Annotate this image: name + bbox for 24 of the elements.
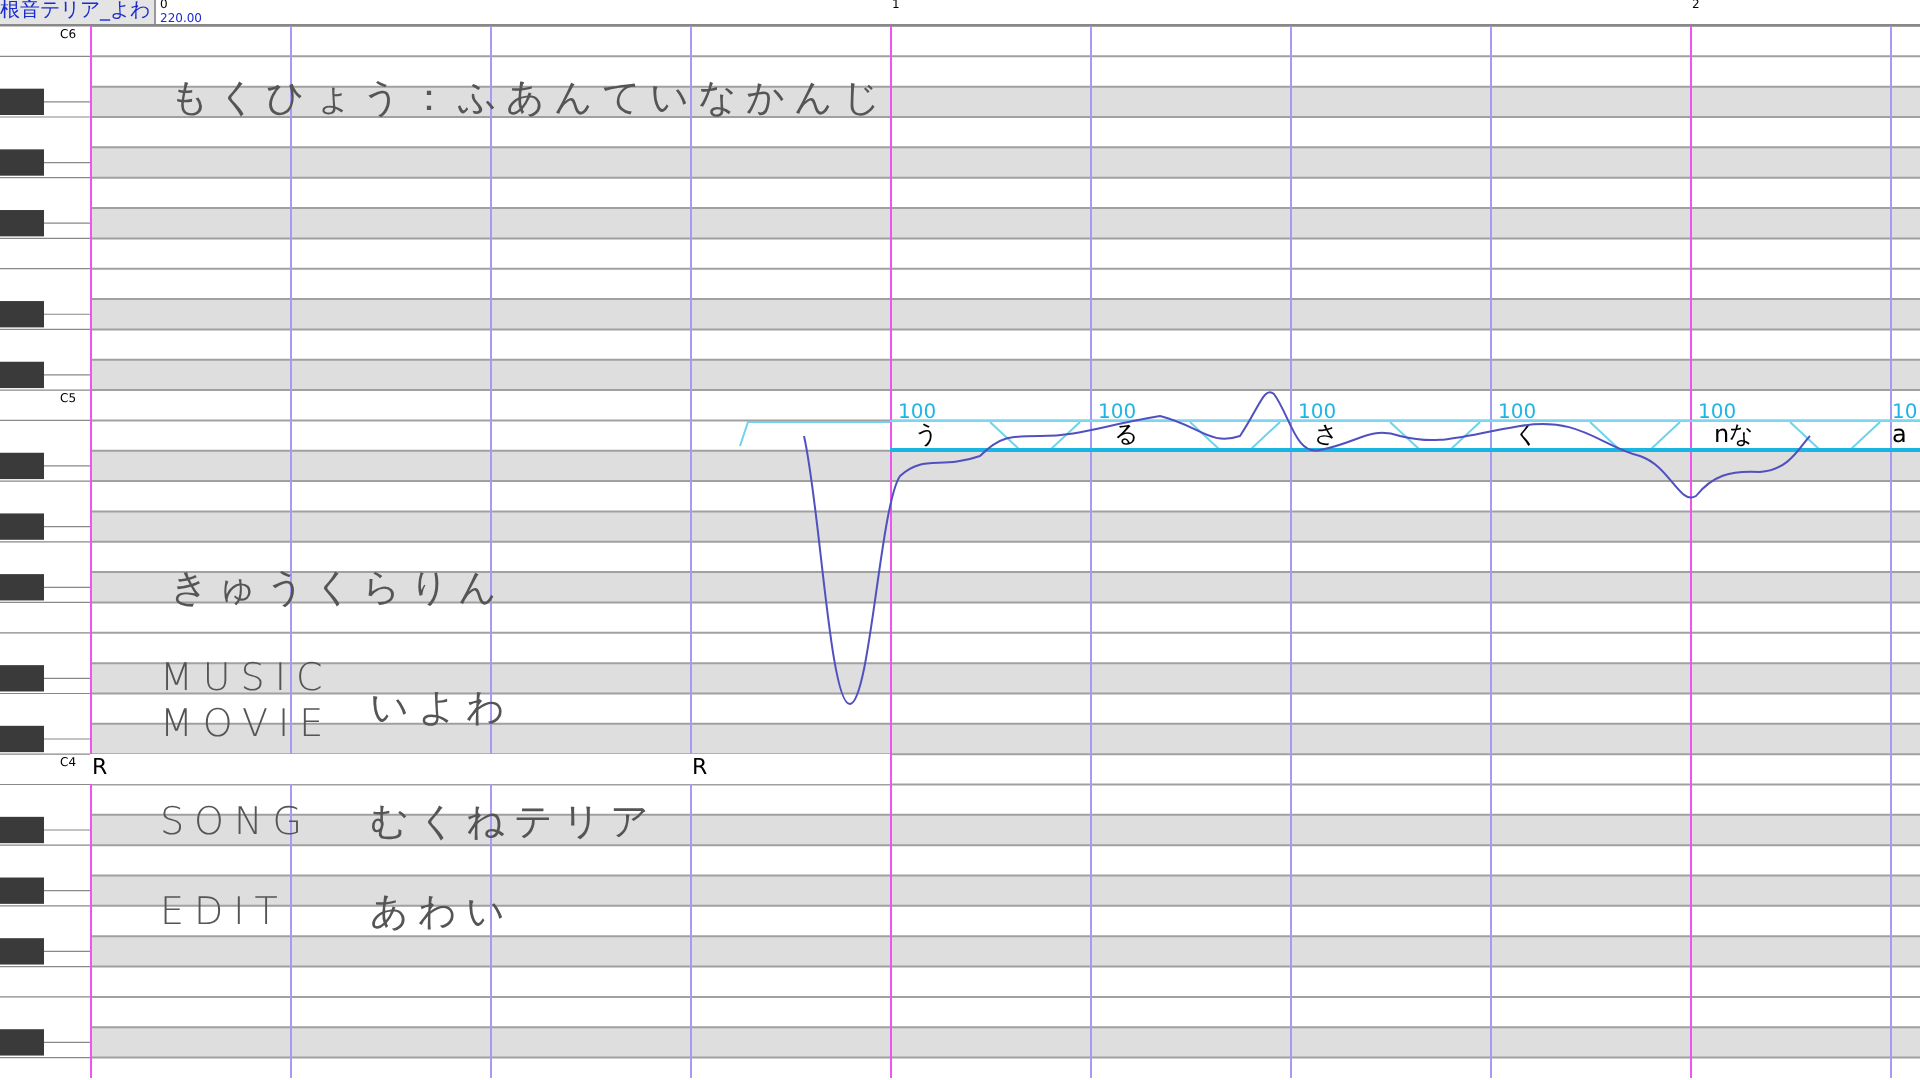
piano-key[interactable] [0,361,44,389]
piano-key[interactable] [0,665,44,692]
note[interactable]: a 10 [1890,404,1920,453]
piano-key[interactable] [0,88,44,115]
note[interactable]: nな 100 [1690,404,1890,453]
note[interactable]: る 100 [1090,404,1290,453]
handwritten-note: きゅうくらりん [170,566,506,610]
handwritten-note: MOVIE [160,702,334,746]
handwritten-note: もくひょう：ふあんていなかんじ [170,76,890,120]
rest-note[interactable]: R [690,754,890,785]
piano-key[interactable] [0,725,44,753]
note[interactable]: さ 100 [1290,404,1490,453]
piano-key[interactable] [0,816,44,844]
handwritten-note: MUSIC [160,656,333,700]
rest-note[interactable]: R [90,754,690,785]
handwritten-note: むくねテリア [370,800,658,844]
note[interactable]: う 100 [890,404,1090,453]
piano-key[interactable] [0,210,44,237]
handwritten-note: SONG [160,800,312,844]
note[interactable]: く 100 [1490,404,1690,453]
piano-key[interactable] [0,877,44,904]
piano-key[interactable] [0,574,44,601]
piano-key[interactable] [0,452,44,480]
piano-key[interactable] [0,301,44,328]
